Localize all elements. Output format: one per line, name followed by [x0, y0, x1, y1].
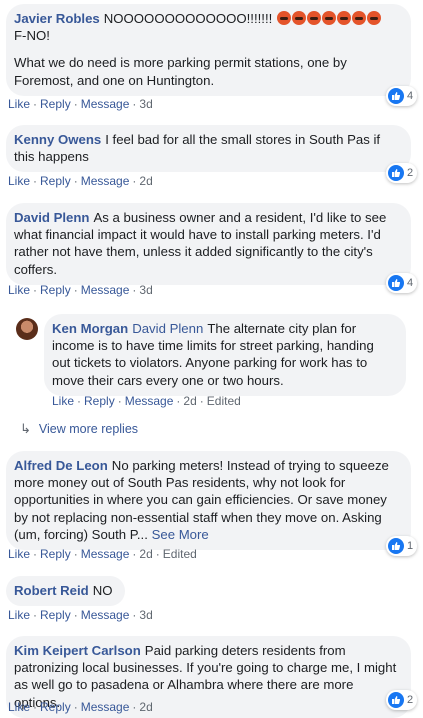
angry-emoji-icon	[351, 11, 366, 25]
edited-label: Edited	[162, 547, 197, 561]
comment-bubble: Robert Reid NO	[6, 576, 125, 607]
mention-link[interactable]: David Plenn	[132, 321, 203, 336]
view-more-replies-label: View more replies	[38, 422, 139, 436]
message-link[interactable]: Message	[81, 608, 130, 622]
comment-bubble: Alfred De Leon No parking meters! Instead…	[6, 451, 411, 551]
message-link[interactable]: Message	[125, 394, 174, 408]
comment-actions: Like · Reply · Message · 2d	[8, 174, 153, 188]
reply-link[interactable]: Reply	[40, 700, 71, 714]
comment-kenny-owens: Kenny Owens I feel bad for all the small …	[6, 125, 411, 173]
timestamp[interactable]: 2d	[139, 700, 152, 714]
timestamp[interactable]: 2d	[183, 394, 196, 408]
like-link[interactable]: Like	[8, 97, 30, 111]
reaction-number: 4	[407, 90, 414, 102]
comment-javier-robles: Javier Robles NOOOOOOOOOOOOO!!!!!!! F-NO!…	[6, 4, 411, 96]
message-link[interactable]: Message	[81, 283, 130, 297]
message-link[interactable]: Message	[81, 97, 130, 111]
like-link[interactable]: Like	[8, 174, 30, 188]
comment-actions: Like · Reply · Message · 2d	[8, 700, 153, 714]
reaction-count[interactable]: 2	[386, 690, 418, 710]
reaction-count[interactable]: 1	[386, 536, 418, 556]
comment-robert-reid: Robert Reid NO	[6, 576, 125, 607]
reply-arrow-icon: ↳	[20, 421, 31, 436]
reaction-count[interactable]: 4	[386, 273, 418, 293]
message-link[interactable]: Message	[81, 700, 130, 714]
reaction-count[interactable]: 2	[386, 163, 418, 183]
like-link[interactable]: Like	[8, 608, 30, 622]
angry-emoji-icon	[276, 11, 291, 25]
reply-link[interactable]: Reply	[84, 394, 115, 408]
message-link[interactable]: Message	[81, 547, 130, 561]
timestamp[interactable]: 3d	[139, 608, 152, 622]
comment-actions: Like · Reply · Message · 3d	[8, 608, 153, 622]
like-link[interactable]: Like	[8, 547, 30, 561]
reaction-number: 4	[407, 277, 414, 289]
comment-alfred-de-leon: Alfred De Leon No parking meters! Instead…	[6, 451, 411, 551]
reaction-number: 2	[407, 167, 414, 179]
comment-author[interactable]: David Plenn	[14, 210, 89, 225]
like-link[interactable]: Like	[52, 394, 74, 408]
thumbs-up-icon	[388, 538, 404, 554]
like-link[interactable]: Like	[8, 283, 30, 297]
comment-bubble: David Plenn As a business owner and a res…	[6, 203, 411, 285]
comment-text-line2: F-NO!	[14, 28, 50, 44]
thumbs-up-icon	[388, 275, 404, 291]
message-link[interactable]: Message	[81, 174, 130, 188]
thumbs-up-icon	[388, 88, 404, 104]
see-more-link[interactable]: See More	[152, 527, 209, 542]
reply-link[interactable]: Reply	[40, 547, 71, 561]
thumbs-up-icon	[388, 165, 404, 181]
view-more-replies-link[interactable]: ↳ View more replies	[20, 421, 138, 437]
comment-bubble: Javier Robles NOOOOOOOOOOOOO!!!!!!! F-NO!…	[6, 4, 411, 96]
reaction-count[interactable]: 4	[386, 86, 418, 106]
reply-link[interactable]: Reply	[40, 608, 71, 622]
reply-link[interactable]: Reply	[40, 97, 71, 111]
timestamp[interactable]: 3d	[139, 97, 152, 111]
timestamp[interactable]: 2d	[139, 174, 152, 188]
comment-author[interactable]: Robert Reid	[14, 583, 89, 598]
timestamp[interactable]: 3d	[139, 283, 152, 297]
thumbs-up-icon	[388, 692, 404, 708]
angry-emoji-icon	[366, 11, 381, 25]
comment-author[interactable]: Kim Keipert Carlson	[14, 643, 141, 658]
comment-actions: Like · Reply · Message · 2d · Edited	[52, 394, 241, 408]
angry-emoji-icon	[321, 11, 336, 25]
reply-link[interactable]: Reply	[40, 283, 71, 297]
comment-text: NO	[92, 583, 113, 598]
comment-author[interactable]: Alfred De Leon	[14, 458, 108, 473]
reply-ken-morgan: Ken Morgan David Plenn The alternate city …	[44, 314, 406, 396]
angry-emoji-icon	[336, 11, 351, 25]
avatar[interactable]	[16, 318, 38, 340]
comment-author[interactable]: Ken Morgan	[52, 321, 128, 336]
comment-author[interactable]: Kenny Owens	[14, 132, 101, 147]
timestamp[interactable]: 2d	[139, 547, 152, 561]
comment-bubble: Kenny Owens I feel bad for all the small …	[6, 125, 411, 173]
reaction-number: 1	[407, 540, 414, 552]
comment-david-plenn: David Plenn As a business owner and a res…	[6, 203, 411, 285]
comment-actions: Like · Reply · Message · 3d	[8, 97, 153, 111]
reply-link[interactable]: Reply	[40, 174, 71, 188]
comment-actions: Like · Reply · Message · 3d	[8, 283, 153, 297]
comment-author[interactable]: Javier Robles	[14, 11, 100, 26]
comment-text-paragraph: What we do need is more parking permit s…	[14, 55, 347, 88]
like-link[interactable]: Like	[8, 700, 30, 714]
comment-bubble: Ken Morgan David Plenn The alternate city …	[44, 314, 406, 396]
angry-emoji-icon	[291, 11, 306, 25]
comment-actions: Like · Reply · Message · 2d · Edited	[8, 547, 197, 561]
comment-text: NOOOOOOOOOOOOO!!!!!!!	[103, 11, 276, 26]
edited-label: Edited	[206, 394, 241, 408]
angry-emoji-icon	[306, 11, 321, 25]
reaction-number: 2	[407, 694, 414, 706]
